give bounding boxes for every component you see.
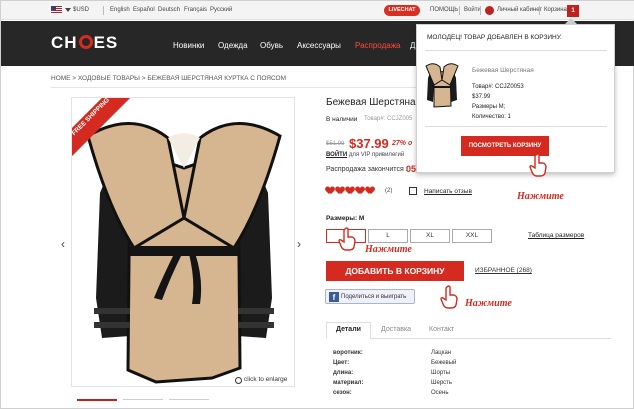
- divider: [425, 126, 607, 127]
- divider: [425, 50, 607, 51]
- page-frame: $USD English Español Deutsch Français Ру…: [0, 0, 634, 409]
- spec-key: сезон:: [333, 390, 352, 396]
- livechat-button[interactable]: LIVECHAT: [384, 5, 420, 16]
- nav-more[interactable]: Д: [410, 41, 415, 50]
- spec-key: материал:: [333, 380, 364, 386]
- lang-espanol[interactable]: Español: [133, 7, 155, 13]
- facebook-share-button[interactable]: f Поделиться и выиграть: [325, 289, 415, 304]
- size-chart-link[interactable]: Таблица размеров: [528, 232, 584, 239]
- us-flag-icon[interactable]: [51, 6, 62, 14]
- next-image-arrow-icon[interactable]: ›: [297, 237, 301, 251]
- heart-icon: [356, 187, 364, 195]
- currency-selector[interactable]: $USD: [73, 7, 89, 13]
- review-count: (2): [385, 188, 393, 194]
- lang-russian[interactable]: Русский: [210, 7, 232, 13]
- site-logo[interactable]: CH ES: [51, 33, 118, 53]
- nav-sale[interactable]: Распродажа: [355, 41, 401, 50]
- lang-deutsch[interactable]: Deutsch: [158, 7, 180, 13]
- discount-label: 27% o: [392, 140, 413, 147]
- login-link[interactable]: Войти: [464, 7, 481, 13]
- nav-new[interactable]: Новинки: [173, 41, 204, 50]
- vip-text: для VIP привилегий: [348, 152, 405, 158]
- current-price: $37.99: [349, 136, 389, 151]
- popup-size: Размеры M;: [472, 104, 506, 110]
- zoom-icon[interactable]: [235, 377, 242, 384]
- help-link[interactable]: ПОМОЩЬ: [430, 7, 458, 13]
- spec-key: длина:: [333, 370, 354, 376]
- size-option-l[interactable]: L: [368, 229, 408, 243]
- pointing-hand-icon: [440, 285, 458, 309]
- spec-value: Бежевый: [431, 360, 457, 366]
- thumbnail[interactable]: [169, 399, 209, 409]
- divider: [480, 6, 481, 15]
- annotation-click-add: Нажмите: [465, 298, 512, 309]
- lang-english[interactable]: English: [110, 7, 130, 13]
- thumbnail[interactable]: [123, 399, 163, 409]
- personal-cabinet-icon[interactable]: [485, 6, 494, 15]
- nav-shoes[interactable]: Обувь: [260, 41, 283, 50]
- heart-icon: [326, 187, 334, 195]
- nav-clothing[interactable]: Одежда: [218, 41, 248, 50]
- sizes-label: Размеры: M: [326, 215, 365, 222]
- vip-line: ВОЙТИ для VIP привилегий: [326, 152, 404, 158]
- chevron-down-icon[interactable]: [65, 8, 71, 12]
- facebook-share-label: Поделиться и выиграть: [341, 294, 407, 300]
- wishlist-link[interactable]: ИЗБРАННОЕ (268): [475, 267, 532, 274]
- divider: [459, 6, 460, 15]
- write-review-link[interactable]: Написать отзыв: [424, 188, 472, 195]
- cart-added-popup: МОЛОДЕЦ! ТОВАР ДОБАВЛЕН В КОРЗИНУ. Бежев…: [416, 24, 615, 173]
- jacket-image: [86, 122, 282, 384]
- size-option-xxl[interactable]: XXL: [452, 229, 492, 243]
- sale-ends-label: Распродажа закончится :: [326, 166, 408, 173]
- product-sku: Товар#: CCJZ005: [364, 116, 413, 122]
- tab-details[interactable]: Детали: [336, 326, 361, 333]
- countdown-timer: 05: [406, 164, 417, 174]
- divider: [103, 6, 104, 15]
- add-to-cart-button[interactable]: ДОБАВИТЬ В КОРЗИНУ: [326, 261, 464, 281]
- heart-icon: [336, 187, 344, 195]
- spec-value: Шорты: [431, 370, 451, 376]
- size-option-xl[interactable]: XL: [410, 229, 450, 243]
- popup-quantity: Количество: 1: [472, 114, 511, 120]
- personal-cabinet-link[interactable]: Личный кабинет: [497, 7, 542, 13]
- spec-key: Цвет:: [333, 360, 350, 366]
- nav-accessories[interactable]: Аксессуары: [297, 41, 341, 50]
- annotation-click-cart: Нажмите: [517, 191, 564, 202]
- top-utility-bar: $USD English Español Deutsch Français Ру…: [1, 1, 634, 20]
- tab-delivery[interactable]: Доставка: [381, 326, 411, 333]
- tab-contact[interactable]: Контакт: [429, 326, 454, 333]
- spec-key: воротник:: [333, 350, 363, 356]
- popup-product-thumbnail[interactable]: [424, 60, 460, 110]
- breadcrumb[interactable]: HOME > ХОДОВЫЕ ТОВАРЫ > БЕЖЕВАЯ ШЕРСТЯНА…: [51, 75, 286, 82]
- product-image-viewer[interactable]: FREE SHIPPING: [71, 97, 295, 387]
- logo-ring-icon: [78, 35, 93, 49]
- old-price: $51.99: [326, 141, 345, 147]
- popup-price: $37.99: [472, 94, 491, 100]
- spec-value: Шерсть: [431, 380, 453, 386]
- spec-value: Осень: [431, 390, 449, 396]
- pencil-icon[interactable]: [409, 187, 417, 195]
- heart-icon: [366, 187, 374, 195]
- product-title: Бежевая Шерстяная: [326, 97, 421, 108]
- popup-sku: Товар#: CCJZ0053: [472, 84, 524, 90]
- thumbnail[interactable]: [77, 399, 117, 409]
- pointing-hand-icon: [338, 227, 356, 251]
- heart-icon: [346, 187, 354, 195]
- stock-status: В наличии: [326, 116, 358, 123]
- prev-image-arrow-icon[interactable]: ‹: [61, 237, 65, 251]
- cart-count-badge[interactable]: 1: [567, 5, 579, 17]
- popup-product-name[interactable]: Бежевая Шерстяная: [472, 67, 534, 74]
- divider: [539, 6, 540, 15]
- spec-value: Лацкан: [431, 350, 452, 356]
- lang-francais[interactable]: Français: [184, 7, 207, 13]
- vip-login-link[interactable]: ВОЙТИ: [326, 152, 347, 158]
- cart-link[interactable]: Корзина: [544, 7, 567, 13]
- popup-title: МОЛОДЕЦ! ТОВАР ДОБАВЛЕН В КОРЗИНУ.: [427, 34, 562, 41]
- pointing-hand-icon: [529, 153, 547, 177]
- facebook-icon: f: [329, 292, 339, 302]
- annotation-click-size: Нажмите: [365, 244, 412, 255]
- enlarge-link[interactable]: click to enlarge: [244, 376, 287, 383]
